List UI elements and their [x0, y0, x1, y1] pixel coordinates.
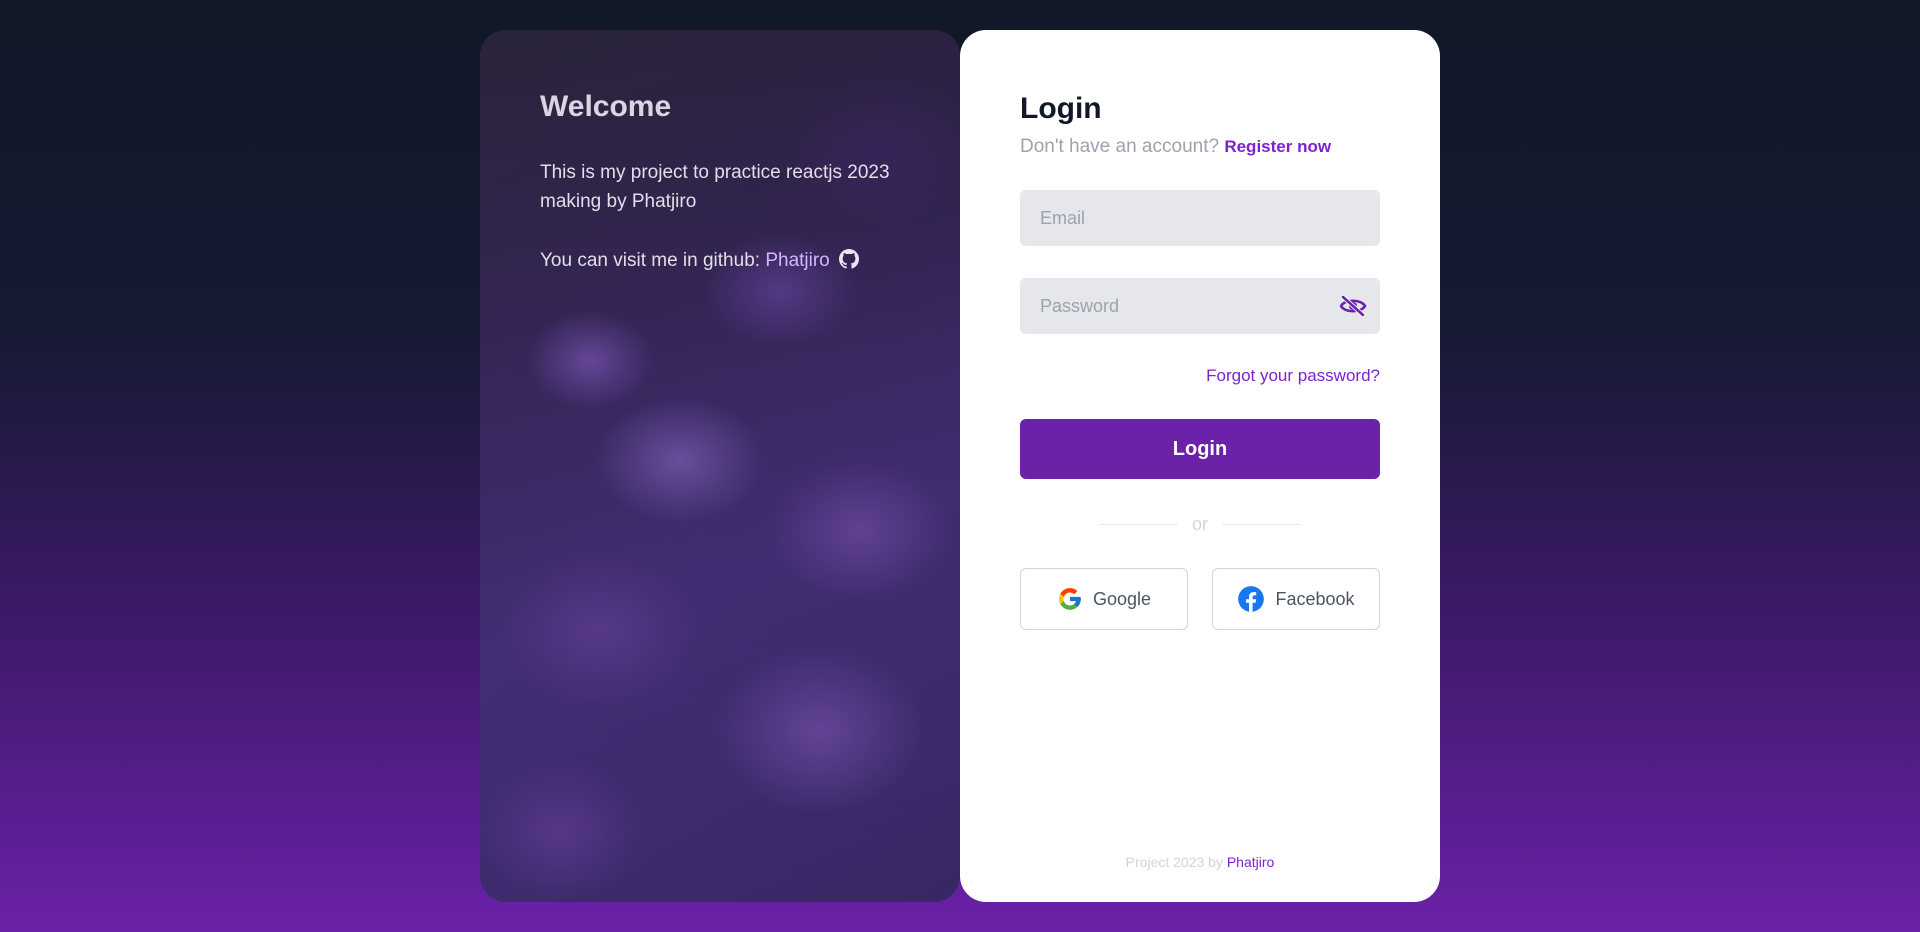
forgot-password-link[interactable]: Forgot your password?	[1206, 366, 1380, 386]
facebook-login-button[interactable]: Facebook	[1212, 568, 1380, 630]
github-icon[interactable]	[839, 249, 860, 269]
google-icon	[1059, 588, 1081, 610]
or-divider: or	[1100, 514, 1300, 534]
google-login-button[interactable]: Google	[1020, 568, 1188, 630]
login-button[interactable]: Login	[1020, 419, 1380, 479]
divider-line-right	[1222, 524, 1300, 525]
eye-off-icon[interactable]	[1339, 295, 1367, 317]
welcome-content: Welcome This is my project to practice r…	[540, 90, 900, 305]
welcome-title: Welcome	[540, 90, 672, 123]
footer-author-link[interactable]: Phatjiro	[1227, 854, 1274, 870]
footer-prefix: Project 2023 by	[1125, 854, 1227, 870]
welcome-panel: Welcome This is my project to practice r…	[480, 30, 960, 902]
footer: Project 2023 by Phatjiro	[960, 854, 1440, 870]
no-account-text: Don't have an account?	[1020, 136, 1220, 157]
github-line: You can visit me in github: Phatjiro	[540, 246, 900, 275]
facebook-label: Facebook	[1275, 588, 1355, 609]
password-input[interactable]	[1020, 278, 1380, 334]
welcome-description: This is my project to practice reactjs 2…	[540, 162, 890, 212]
github-prefix: You can visit me in github:	[540, 250, 766, 271]
email-input[interactable]	[1020, 190, 1380, 246]
login-panel: Login Don't have an account? Register no…	[960, 30, 1440, 902]
github-link[interactable]: Phatjiro	[765, 250, 829, 271]
register-line: Don't have an account? Register now	[1020, 136, 1331, 158]
google-label: Google	[1092, 588, 1152, 609]
auth-card: Welcome This is my project to practice r…	[480, 30, 1440, 902]
register-link[interactable]: Register now	[1224, 137, 1331, 156]
login-title: Login	[1020, 92, 1102, 125]
facebook-icon	[1238, 586, 1265, 612]
